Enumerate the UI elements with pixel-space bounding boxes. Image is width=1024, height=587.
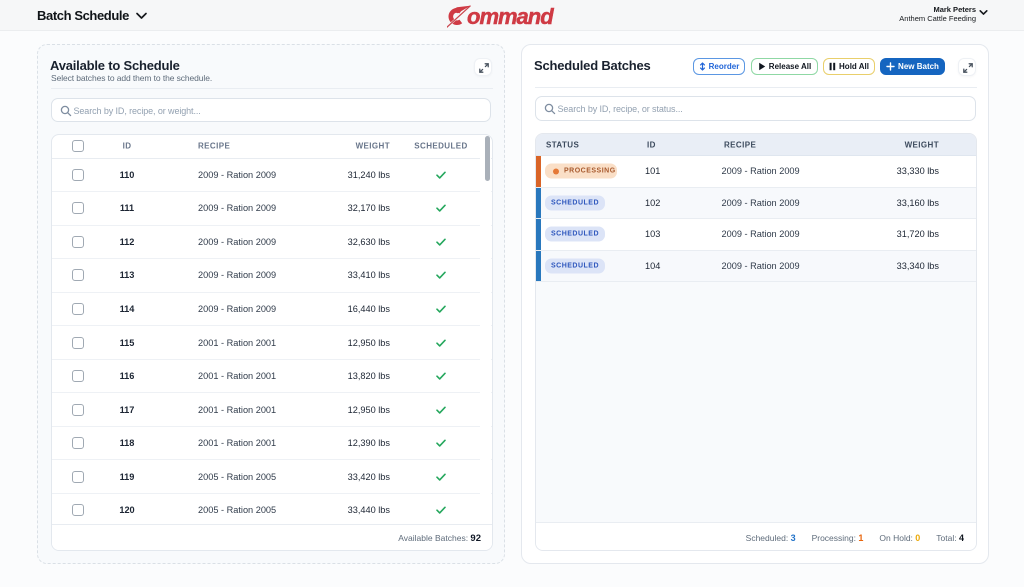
svg-text:ommand: ommand	[467, 4, 554, 29]
